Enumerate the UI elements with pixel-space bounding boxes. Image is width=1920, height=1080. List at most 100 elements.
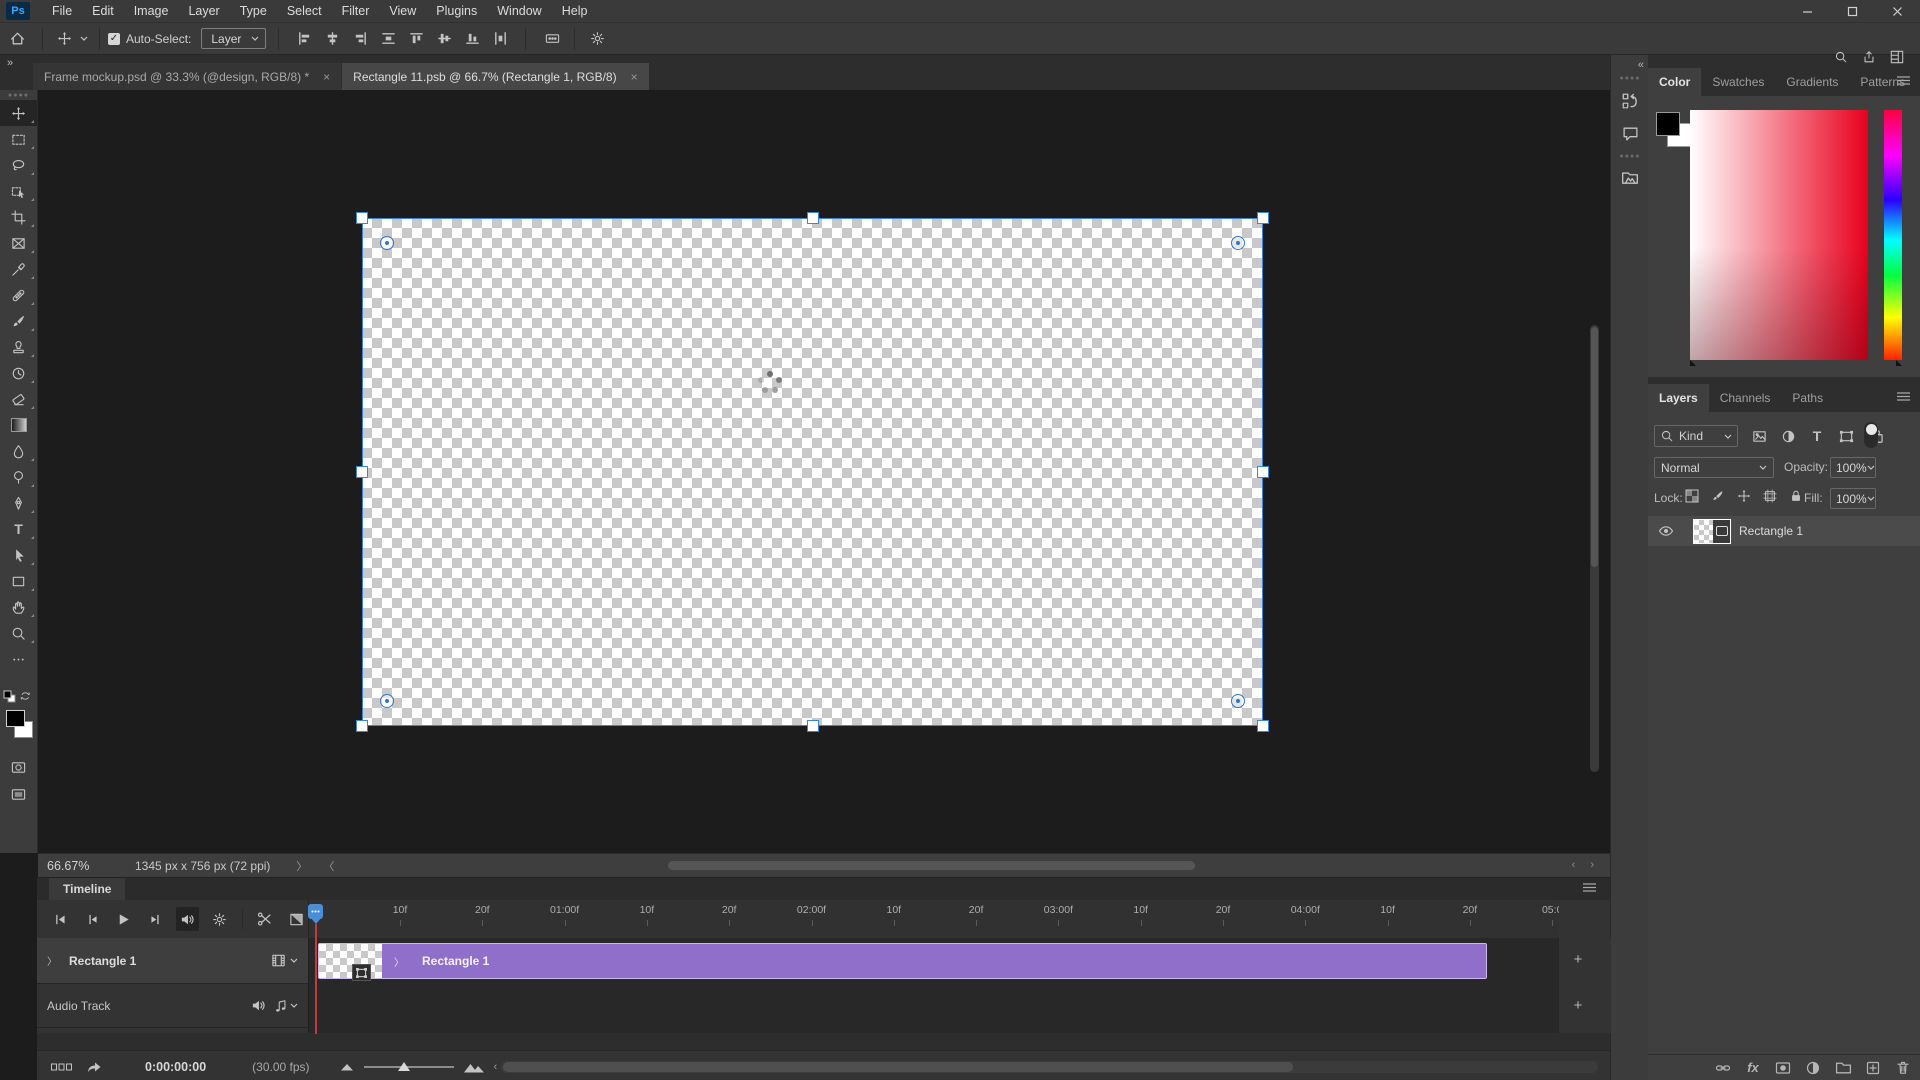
rotation-target-icon[interactable] xyxy=(1231,694,1245,708)
history-brush-tool[interactable] xyxy=(0,360,37,386)
collapse-panels-icon[interactable]: « xyxy=(1638,59,1644,71)
chevron-down-icon[interactable] xyxy=(290,958,298,963)
add-layer-mask-icon[interactable] xyxy=(1774,1059,1792,1077)
split-at-playhead-button[interactable] xyxy=(253,907,276,931)
maximize-button[interactable] xyxy=(1830,0,1875,22)
filter-adjustment-layers-icon[interactable] xyxy=(1777,425,1799,447)
menu-type[interactable]: Type xyxy=(230,0,277,22)
tab-color[interactable]: Color xyxy=(1648,68,1702,96)
timeline-track-area[interactable]: 〉 Rectangle 1 xyxy=(308,938,1559,1033)
clip-disclosure-icon[interactable]: 〉 xyxy=(394,954,404,969)
add-media-audio-icon[interactable]: + xyxy=(1569,996,1587,1014)
filter-shape-layers-icon[interactable] xyxy=(1835,425,1857,447)
align-bottom-icon[interactable] xyxy=(461,28,483,50)
auto-select-checkbox[interactable]: ✓ xyxy=(108,32,120,45)
menu-help[interactable]: Help xyxy=(552,0,598,22)
color-panel-menu-icon[interactable] xyxy=(1897,76,1910,85)
gradient-tool[interactable] xyxy=(0,412,37,438)
tab-paths[interactable]: Paths xyxy=(1781,384,1834,412)
marquee-tool[interactable] xyxy=(0,126,37,152)
align-middle-icon[interactable] xyxy=(433,28,455,50)
new-layer-icon[interactable] xyxy=(1864,1059,1882,1077)
pen-tool[interactable] xyxy=(0,490,37,516)
status-expand-icon[interactable]: 〉 xyxy=(296,858,307,874)
swap-colors-icon[interactable] xyxy=(20,690,32,702)
layer-filter-toggle[interactable] xyxy=(1864,422,1878,448)
default-colors-icon[interactable] xyxy=(3,690,16,703)
history-icon[interactable] xyxy=(1618,89,1642,113)
timeline-zoom-slider[interactable] xyxy=(363,1061,454,1071)
document-canvas[interactable] xyxy=(356,212,1269,732)
playhead[interactable] xyxy=(308,904,323,924)
enable-audio-button[interactable] xyxy=(176,907,199,931)
transform-handle[interactable] xyxy=(1257,466,1269,478)
transform-handle[interactable] xyxy=(356,720,368,732)
zoom-tool[interactable] xyxy=(0,620,37,646)
auto-select-target-dropdown[interactable]: Layer xyxy=(201,28,267,49)
go-to-first-frame-button[interactable] xyxy=(49,907,72,931)
menu-window[interactable]: Window xyxy=(487,0,551,22)
transform-handle[interactable] xyxy=(356,466,368,478)
foreground-color-swatch[interactable] xyxy=(6,710,25,727)
menu-file[interactable]: File xyxy=(42,0,82,22)
object-selection-tool[interactable] xyxy=(0,178,37,204)
align-left-icon[interactable] xyxy=(293,28,315,50)
lock-position-icon[interactable] xyxy=(1736,488,1752,504)
filter-type-layers-icon[interactable]: T xyxy=(1806,425,1828,447)
menu-filter[interactable]: Filter xyxy=(332,0,380,22)
menu-layer[interactable]: Layer xyxy=(178,0,229,22)
layer-name[interactable]: Rectangle 1 xyxy=(1739,524,1803,538)
align-top-icon[interactable] xyxy=(405,28,427,50)
filmstrip-icon[interactable] xyxy=(271,953,286,968)
canvas-horizontal-scrollbar[interactable] xyxy=(668,861,1195,870)
menu-plugins[interactable]: Plugins xyxy=(426,0,487,22)
tab-layers[interactable]: Layers xyxy=(1648,384,1709,412)
foreground-color-swatch[interactable] xyxy=(1656,112,1680,136)
frame-tool[interactable] xyxy=(0,230,37,256)
lock-image-pixels-icon[interactable] xyxy=(1710,488,1726,504)
render-video-icon[interactable] xyxy=(49,1062,75,1072)
healing-brush-tool[interactable] xyxy=(0,282,37,308)
search-icon[interactable] xyxy=(1834,50,1848,64)
distribute-vertical-icon[interactable] xyxy=(489,28,511,50)
move-tool-icon[interactable] xyxy=(51,31,77,46)
toolbar-grip[interactable]: ●●●● xyxy=(0,90,37,100)
delete-layer-icon[interactable] xyxy=(1894,1059,1912,1077)
saturation-brightness-field[interactable] xyxy=(1690,110,1868,360)
lasso-tool[interactable] xyxy=(0,152,37,178)
scroll-left-icon[interactable]: 〈 xyxy=(323,858,334,874)
screen-mode-icon[interactable] xyxy=(0,781,37,807)
new-group-icon[interactable] xyxy=(1834,1059,1852,1077)
transform-keyframe-badge[interactable] xyxy=(352,964,371,981)
document-tab-frame-mockup[interactable]: Frame mockup.psd @ 33.3% (@design, RGB/8… xyxy=(33,63,342,90)
hand-tool[interactable] xyxy=(0,594,37,620)
move-tool[interactable] xyxy=(0,100,37,126)
fill-field[interactable]: 100% xyxy=(1830,488,1876,509)
home-icon[interactable] xyxy=(0,30,34,47)
eraser-tool[interactable] xyxy=(0,386,37,412)
music-note-icon[interactable] xyxy=(274,999,288,1013)
edit-toolbar-tool[interactable] xyxy=(0,646,37,672)
chevron-down-icon[interactable] xyxy=(290,1003,298,1008)
distribute-horizontal-icon[interactable] xyxy=(377,28,399,50)
play-button[interactable] xyxy=(113,907,136,931)
timeline-ruler[interactable]: 10f 20f 01:00f 10f 20f 02:00f 10f 20f 03:00f 10f 2… xyxy=(308,900,1559,939)
eyedropper-tool[interactable] xyxy=(0,256,37,282)
tab-overflow-icon[interactable]: » xyxy=(7,57,13,69)
blend-mode-dropdown[interactable]: Normal xyxy=(1654,457,1774,478)
clip-rectangle-1[interactable]: 〉 Rectangle 1 xyxy=(318,943,1487,979)
scrollbar-thumb[interactable] xyxy=(503,1061,1294,1072)
share-icon[interactable] xyxy=(1862,50,1876,64)
zoom-out-mountain-icon[interactable] xyxy=(340,1062,354,1071)
tab-swatches[interactable]: Swatches xyxy=(1701,68,1775,96)
track-header-audio[interactable]: Audio Track xyxy=(37,984,308,1028)
layers-panel-menu-icon[interactable] xyxy=(1897,392,1910,401)
transform-handle[interactable] xyxy=(356,212,368,224)
timeline-scrollbar[interactable] xyxy=(501,1060,1598,1073)
document-tab-rectangle-11[interactable]: Rectangle 11.psb @ 66.7% (Rectangle 1, R… xyxy=(342,63,649,90)
photoshop-logo[interactable]: Ps xyxy=(6,2,30,20)
more-align-options-icon[interactable] xyxy=(540,31,564,46)
clone-stamp-tool[interactable] xyxy=(0,334,37,360)
menu-edit[interactable]: Edit xyxy=(82,0,124,22)
transform-handle[interactable] xyxy=(1257,720,1269,732)
